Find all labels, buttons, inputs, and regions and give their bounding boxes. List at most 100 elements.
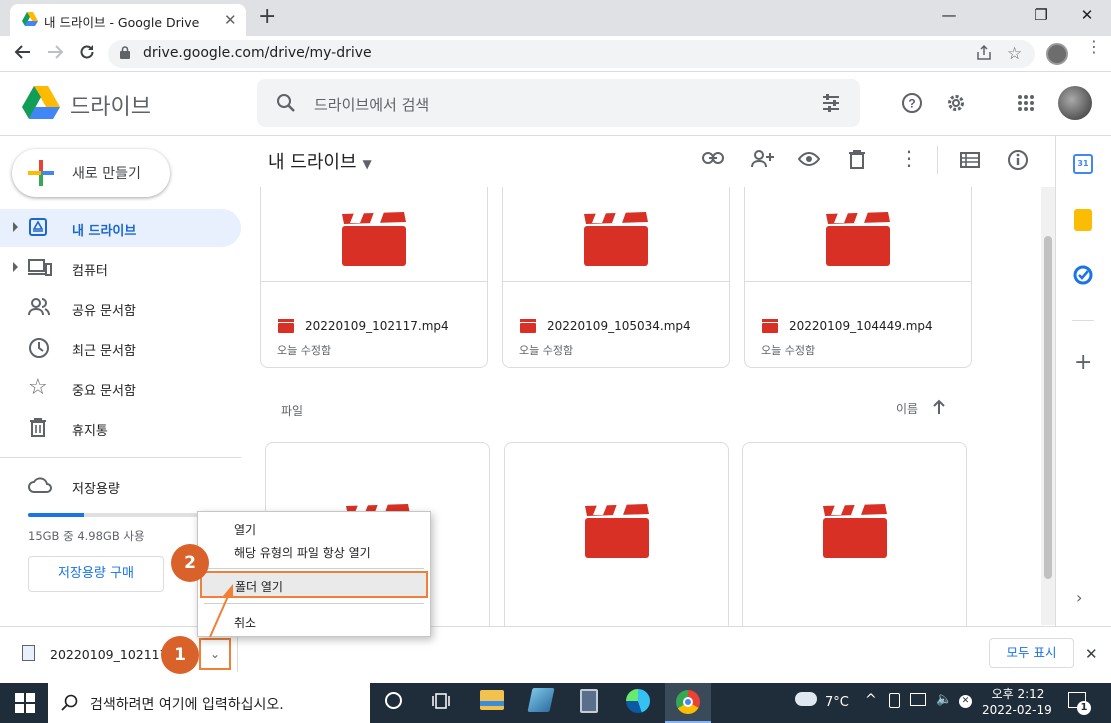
video-file-icon (278, 319, 294, 333)
keep-icon[interactable] (1074, 209, 1092, 231)
storage-progress-bar (28, 513, 198, 517)
calculator-icon[interactable] (580, 689, 598, 713)
expand-arrow-icon[interactable] (13, 262, 18, 272)
title-dropdown-icon[interactable]: ▼ (363, 157, 372, 171)
expand-arrow-icon[interactable] (13, 222, 18, 232)
show-all-button[interactable]: 모두 표시 (989, 638, 1074, 668)
share-page-icon[interactable] (976, 45, 992, 61)
taskbar-date[interactable]: 2022-02-19 (982, 703, 1052, 717)
video-file-icon (762, 319, 778, 333)
lock-icon[interactable] (120, 46, 130, 59)
star-icon: ☆ (28, 375, 48, 400)
get-link-icon[interactable] (702, 151, 724, 165)
file-name: 20220109_105034.mp4 (547, 319, 691, 333)
drive-favicon-icon (22, 12, 38, 26)
sidebar-item-shared[interactable]: 공유 문서함 (0, 289, 241, 327)
menu-item-open[interactable]: 열기 (234, 521, 256, 538)
new-tab-icon[interactable]: + (258, 6, 276, 28)
sidebar-item-recent[interactable]: 최근 문서함 (0, 329, 241, 367)
reload-icon[interactable] (78, 43, 96, 61)
profile-avatar[interactable] (1046, 43, 1068, 65)
cortana-circle-icon[interactable] (385, 692, 402, 709)
scrollbar-thumb[interactable] (1044, 236, 1052, 579)
sidebar-item-label: 중요 문서함 (72, 384, 136, 399)
windows-start-icon[interactable] (15, 693, 35, 713)
video-file-icon (520, 319, 536, 333)
settings-gear-icon[interactable] (945, 92, 967, 114)
help-icon[interactable]: ? (901, 92, 923, 114)
taskbar-time[interactable]: 오후 2:12 (990, 685, 1046, 702)
chrome-menu-icon[interactable]: ⋮ (1086, 39, 1102, 55)
sort-up-arrow-icon[interactable] (932, 399, 946, 415)
video-thumbnail-icon (745, 183, 971, 295)
expand-panel-chevron-icon[interactable]: › (1076, 588, 1082, 607)
tasks-icon[interactable] (1073, 265, 1093, 285)
eye-icon[interactable] (798, 152, 820, 166)
search-options-icon[interactable] (821, 93, 841, 113)
drive-logo-text[interactable]: 드라이브 (70, 89, 151, 121)
file-card[interactable]: 20220109_104449.mp4 오늘 수정함 (744, 168, 972, 368)
storage-label[interactable]: 저장용량 (72, 478, 120, 497)
file-card[interactable] (504, 442, 729, 632)
bookmark-star-icon[interactable]: ☆ (1007, 44, 1022, 64)
menu-separator (204, 603, 424, 604)
drive-logo-icon[interactable] (22, 86, 60, 119)
back-icon[interactable] (14, 43, 32, 61)
file-explorer-icon[interactable] (480, 690, 504, 710)
remove-icon[interactable] (848, 149, 866, 169)
sidebar-item-my-drive[interactable]: 내 드라이브 (0, 209, 241, 247)
share-person-icon[interactable] (750, 149, 774, 169)
network-icon[interactable] (910, 693, 926, 706)
window-close-icon[interactable]: ✕ (1064, 6, 1110, 28)
page-title-text[interactable]: 내 드라이브 ▼ (268, 148, 372, 174)
buy-storage-button[interactable]: 저장용량 구매 (28, 556, 164, 592)
taskbar-search-icon (61, 694, 79, 712)
task-view-icon[interactable] (431, 691, 451, 711)
side-panel-divider (1072, 320, 1094, 321)
tray-device-icon[interactable] (889, 693, 900, 708)
sidebar-item-starred[interactable]: ☆ 중요 문서함 (0, 369, 241, 407)
menu-item-always-open[interactable]: 해당 유형의 파일 항상 열기 (234, 544, 371, 561)
browser-tab[interactable]: 내 드라이브 - Google Drive ✕ (10, 4, 246, 36)
details-info-icon[interactable] (1007, 149, 1029, 171)
file-card[interactable] (742, 442, 967, 632)
minimize-icon[interactable]: — (926, 6, 972, 28)
file-card[interactable]: 20220109_105034.mp4 오늘 수정함 (502, 168, 730, 368)
menu-item-cancel[interactable]: 취소 (234, 614, 256, 631)
chevron-down-icon: ⌄ (209, 647, 221, 661)
download-options-button[interactable]: ⌄ (199, 638, 231, 670)
file-modified: 오늘 수정함 (761, 344, 816, 357)
download-divider (237, 636, 238, 672)
tab-close-icon[interactable]: ✕ (224, 11, 237, 29)
chrome-icon-center (683, 697, 693, 707)
search-input[interactable]: 드라이브에서 검색 (314, 94, 429, 115)
restore-icon[interactable]: ❐ (1018, 6, 1064, 28)
sidebar-item-trash[interactable]: 휴지통 (0, 409, 241, 447)
video-thumbnail-icon (743, 471, 966, 591)
downloads-close-icon[interactable]: ✕ (1085, 645, 1098, 663)
layout-list-icon[interactable] (960, 152, 980, 168)
sidebar-item-computers[interactable]: 컴퓨터 (0, 249, 241, 287)
edge-browser-icon[interactable] (626, 689, 650, 713)
apps-grid-icon[interactable] (1017, 94, 1035, 112)
forward-icon[interactable] (46, 43, 64, 61)
search-icon[interactable] (276, 93, 296, 113)
tray-blocked-icon[interactable]: ✕ (959, 695, 972, 708)
account-avatar[interactable] (1058, 86, 1092, 120)
volume-icon[interactable]: 🔈 (936, 692, 952, 707)
sidebar-item-label: 내 드라이브 (72, 224, 137, 239)
temperature-text[interactable]: 7°C (825, 695, 849, 710)
trash-icon (28, 417, 48, 437)
tray-expand-icon[interactable]: ^ (865, 692, 877, 708)
get-addons-plus-icon[interactable]: + (1074, 352, 1092, 374)
calendar-icon[interactable]: 31 (1073, 154, 1093, 174)
download-filename[interactable]: 20220109_102117. (50, 647, 172, 662)
sidebar-divider (0, 457, 241, 458)
kebab-menu-icon[interactable]: ⋮ (899, 146, 919, 170)
taskbar-search-input[interactable]: 검색하려면 여기에 입력하십시오. (90, 694, 284, 714)
weather-cloud-icon[interactable] (795, 692, 817, 706)
file-card[interactable]: 20220109_102117.mp4 오늘 수정함 (260, 168, 488, 368)
menu-item-show-in-folder-label: 폴더 열기 (235, 580, 283, 594)
shared-people-icon (28, 297, 50, 317)
sort-by-name[interactable]: 이름 (896, 400, 918, 417)
